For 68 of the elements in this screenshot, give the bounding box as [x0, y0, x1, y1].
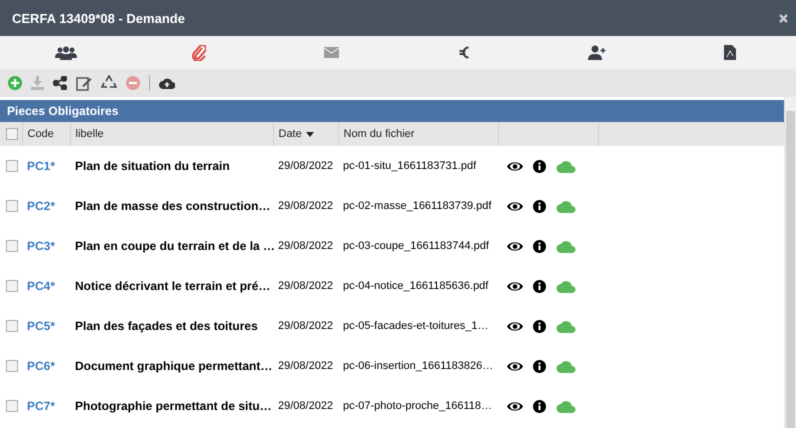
file-name-cell: pc-03-coupe_1661183744.pdf: [343, 240, 489, 252]
file-name-cell: pc-06-insertion_1661183826…: [343, 360, 494, 372]
file-name-cell: pc-01-situ_1661183731.pdf: [343, 160, 476, 172]
file-name-cell: pc-05-facades-et-toitures_1…: [343, 320, 489, 332]
row-checkbox[interactable]: [6, 320, 18, 332]
sort-arrow-icon: [306, 132, 314, 137]
user-add-icon: [588, 45, 606, 60]
libelle-cell: Plan de situation du terrain: [75, 159, 230, 173]
libelle-cell: Photographie permettant de situ…: [75, 399, 272, 413]
code-link[interactable]: PC6*: [27, 359, 56, 373]
libelle-cell: Notice décrivant le terrain et pré…: [75, 279, 270, 293]
file-name-cell: pc-02-masse_1661183739.pdf: [343, 200, 492, 212]
date-cell: 29/08/2022: [278, 240, 334, 252]
column-header[interactable]: Date: [278, 128, 302, 140]
info-icon[interactable]: [533, 320, 546, 332]
eye-icon[interactable]: [507, 320, 523, 332]
pdf-file-icon: [724, 45, 736, 60]
libelle-cell: Plan en coupe du terrain et de la …: [75, 239, 276, 253]
users-icon: [55, 46, 78, 60]
file-name-cell: pc-04-notice_1661185636.pdf: [343, 280, 488, 292]
panel-title: Pieces Obligatoires: [0, 100, 784, 122]
code-link[interactable]: PC1*: [27, 159, 56, 173]
row-checkbox[interactable]: [6, 240, 18, 252]
share-icon[interactable]: [53, 76, 67, 90]
close-icon[interactable]: [779, 14, 788, 22]
cloud-upload-icon[interactable]: [159, 77, 175, 89]
date-cell: 29/08/2022: [278, 360, 334, 372]
add-icon[interactable]: [8, 76, 22, 90]
code-link[interactable]: PC7*: [27, 399, 56, 413]
date-cell: 29/08/2022: [278, 400, 334, 412]
mail-icon: [324, 47, 340, 58]
eye-icon[interactable]: [507, 400, 523, 412]
libelle-cell: Plan de masse des construction…: [75, 199, 270, 213]
libelle-cell: Document graphique permettant…: [75, 359, 272, 373]
date-cell: 29/08/2022: [278, 200, 334, 212]
info-icon[interactable]: [533, 360, 546, 372]
euro-icon: [459, 46, 470, 59]
row-checkbox[interactable]: [6, 200, 18, 212]
row-checkbox[interactable]: [6, 280, 18, 292]
row-checkbox[interactable]: [6, 160, 18, 172]
code-link[interactable]: PC4*: [27, 279, 56, 293]
eye-icon[interactable]: [507, 280, 523, 292]
date-cell: 29/08/2022: [278, 320, 334, 332]
info-icon[interactable]: [533, 240, 546, 252]
select-all-checkbox[interactable]: [6, 128, 18, 140]
date-cell: 29/08/2022: [278, 160, 334, 172]
code-link[interactable]: PC2*: [27, 199, 56, 213]
info-icon[interactable]: [533, 160, 546, 172]
code-link[interactable]: PC3*: [27, 239, 56, 253]
eye-icon[interactable]: [507, 240, 523, 252]
eye-icon[interactable]: [507, 200, 523, 212]
scrollbar[interactable]: [784, 97, 796, 428]
window-title: CERFA 13409*08 - Demande: [12, 10, 185, 26]
info-icon[interactable]: [533, 400, 546, 412]
info-icon[interactable]: [533, 280, 546, 292]
eye-icon[interactable]: [507, 360, 523, 372]
recycle-icon[interactable]: [101, 75, 117, 91]
libelle-cell: Plan des façades et des toitures: [75, 319, 258, 333]
eye-icon[interactable]: [507, 160, 523, 172]
date-cell: 29/08/2022: [278, 280, 334, 292]
code-link[interactable]: PC5*: [27, 319, 56, 333]
edit-icon[interactable]: [76, 76, 92, 90]
info-icon[interactable]: [533, 200, 546, 212]
file-name-cell: pc-07-photo-proche_166118…: [343, 400, 492, 412]
column-header[interactable]: libelle: [76, 128, 104, 140]
row-checkbox[interactable]: [6, 400, 18, 412]
paperclip-icon: [192, 44, 206, 60]
row-checkbox[interactable]: [6, 360, 18, 372]
